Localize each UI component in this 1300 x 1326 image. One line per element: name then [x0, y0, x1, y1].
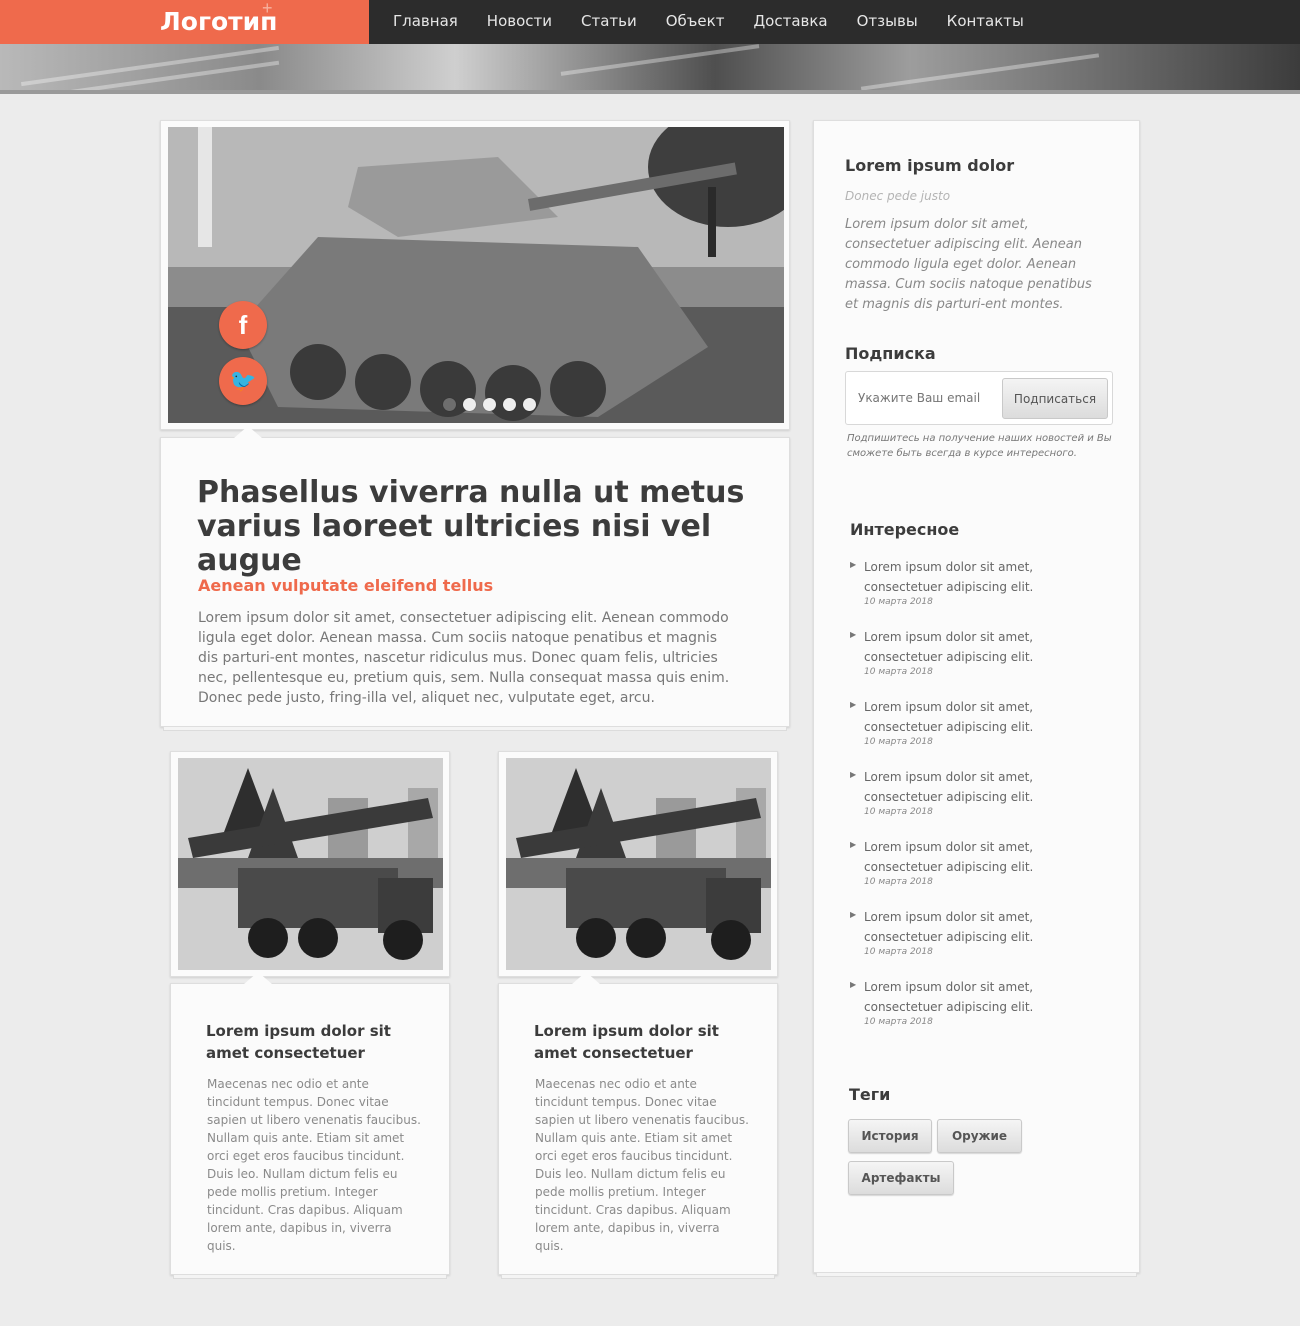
- card-title[interactable]: Lorem ipsum dolor sit amet consectetuer: [206, 1020, 416, 1064]
- nav-link-contacts[interactable]: Контакты: [947, 12, 1024, 30]
- article-title[interactable]: Phasellus viverra nulla ut metus varius …: [197, 476, 787, 578]
- interest-item-text[interactable]: Lorem ipsum dolor sit amet, consectetuer…: [864, 627, 1110, 667]
- card-stack-edge: [173, 1275, 447, 1279]
- logo-plus-icon: +: [262, 0, 273, 18]
- tag-artifacts[interactable]: Артефакты: [848, 1161, 954, 1195]
- card-2: Lorem ipsum dolor sit amet consectetuer …: [498, 972, 778, 1275]
- sidebar-stack-edge: [816, 1273, 1137, 1277]
- sidebar: Lorem ipsum dolor Donec pede justo Lorem…: [813, 120, 1140, 1273]
- featured-article: Phasellus viverra nulla ut metus varius …: [160, 426, 790, 727]
- nav-link-delivery[interactable]: Доставка: [753, 12, 827, 30]
- card-image-katyusha-1[interactable]: [178, 758, 443, 970]
- card-body: Maecenas nec odio et ante tincidunt temp…: [207, 1077, 421, 1253]
- interest-item-date: 10 марта 2018: [864, 807, 933, 817]
- slider-pagination: [443, 398, 536, 411]
- sidebar-about-title: Lorem ipsum dolor: [845, 156, 1015, 175]
- article-body: Lorem ipsum dolor sit amet, consectetuer…: [198, 610, 730, 706]
- slider-dot-4[interactable]: [503, 398, 516, 411]
- tag-weapons[interactable]: Оружие: [937, 1119, 1022, 1153]
- header-banner-image: [0, 44, 1300, 92]
- nav-link-object[interactable]: Объект: [666, 12, 725, 30]
- nav-link-home[interactable]: Главная: [393, 12, 458, 30]
- logo-text[interactable]: Логотип: [160, 7, 277, 36]
- interest-item[interactable]: ▶ Lorem ipsum dolor sit amet, consectetu…: [850, 557, 1110, 627]
- subscribe-title: Подписка: [845, 344, 936, 363]
- subscribe-note: Подпишитесь на получение наших новостей …: [847, 433, 1112, 459]
- slider-dot-2[interactable]: [463, 398, 476, 411]
- logo-block[interactable]: Логотип +: [0, 0, 369, 44]
- article-stack-edge: [163, 727, 787, 731]
- sidebar-about-subtitle: Donec pede justo: [845, 189, 951, 203]
- top-navbar: Логотип + Главная Новости Статьи Объект …: [0, 0, 1300, 44]
- interest-item-text[interactable]: Lorem ipsum dolor sit amet, consectetuer…: [864, 767, 1110, 807]
- card-1: Lorem ipsum dolor sit amet consectetuer …: [170, 972, 450, 1275]
- interest-item[interactable]: ▶ Lorem ipsum dolor sit amet, consectetu…: [850, 697, 1110, 767]
- slider-dot-3[interactable]: [483, 398, 496, 411]
- interest-item[interactable]: ▶ Lorem ipsum dolor sit amet, consectetu…: [850, 627, 1110, 697]
- card-body: Maecenas nec odio et ante tincidunt temp…: [535, 1077, 749, 1253]
- interest-item[interactable]: ▶ Lorem ipsum dolor sit amet, consectetu…: [850, 837, 1110, 907]
- interest-item-date: 10 марта 2018: [864, 667, 933, 677]
- article-subtitle: Aenean vulputate eleifend tellus: [198, 576, 494, 595]
- twitter-icon[interactable]: 🐦: [219, 357, 267, 405]
- card-image-frame-2: [498, 751, 778, 977]
- interest-item[interactable]: ▶ Lorem ipsum dolor sit amet, consectetu…: [850, 907, 1110, 977]
- banner-divider: [0, 90, 1300, 94]
- card-stack-edge: [501, 1275, 775, 1279]
- facebook-icon[interactable]: f: [219, 301, 267, 349]
- interest-item-text[interactable]: Lorem ipsum dolor sit amet, consectetuer…: [864, 977, 1110, 1017]
- email-input[interactable]: [858, 391, 993, 405]
- interest-item[interactable]: ▶ Lorem ipsum dolor sit amet, consectetu…: [850, 977, 1110, 1047]
- tags-title: Теги: [849, 1085, 891, 1104]
- subscribe-button[interactable]: Подписаться: [1002, 378, 1108, 419]
- interest-item-date: 10 марта 2018: [864, 877, 933, 887]
- bullet-arrow-icon: ▶: [850, 700, 857, 709]
- nav-link-articles[interactable]: Статьи: [581, 12, 637, 30]
- interest-item-text[interactable]: Lorem ipsum dolor sit amet, consectetuer…: [864, 697, 1110, 737]
- bullet-arrow-icon: ▶: [850, 980, 857, 989]
- subscribe-form: Подписаться: [845, 371, 1113, 425]
- interest-item[interactable]: ▶ Lorem ipsum dolor sit amet, consectetu…: [850, 767, 1110, 837]
- interest-item-text[interactable]: Lorem ipsum dolor sit amet, consectetuer…: [864, 907, 1110, 947]
- interest-item-date: 10 марта 2018: [864, 1017, 933, 1027]
- tag-history[interactable]: История: [848, 1119, 932, 1153]
- sidebar-about-text: Lorem ipsum dolor sit amet, consectetuer…: [845, 217, 1092, 312]
- interest-item-text[interactable]: Lorem ipsum dolor sit amet, consectetuer…: [864, 557, 1110, 597]
- card-image-katyusha-2[interactable]: [506, 758, 771, 970]
- card-title[interactable]: Lorem ipsum dolor sit amet consectetuer: [534, 1020, 744, 1064]
- card-image-frame-1: [170, 751, 450, 977]
- article-notch: [234, 426, 262, 438]
- main-nav: Главная Новости Статьи Объект Доставка О…: [393, 12, 1053, 30]
- card-notch: [572, 972, 600, 984]
- nav-link-reviews[interactable]: Отзывы: [857, 12, 918, 30]
- bullet-arrow-icon: ▶: [850, 560, 857, 569]
- nav-link-news[interactable]: Новости: [487, 12, 552, 30]
- bullet-arrow-icon: ▶: [850, 770, 857, 779]
- interest-item-date: 10 марта 2018: [864, 597, 933, 607]
- interest-title: Интересное: [850, 520, 960, 539]
- bullet-arrow-icon: ▶: [850, 840, 857, 849]
- bullet-arrow-icon: ▶: [850, 630, 857, 639]
- bullet-arrow-icon: ▶: [850, 910, 857, 919]
- slider-dot-5[interactable]: [523, 398, 536, 411]
- interest-item-date: 10 марта 2018: [864, 947, 933, 957]
- slider-dot-1[interactable]: [443, 398, 456, 411]
- image-slider: f 🐦: [160, 120, 790, 430]
- interest-item-text[interactable]: Lorem ipsum dolor sit amet, consectetuer…: [864, 837, 1110, 877]
- interest-list: ▶ Lorem ipsum dolor sit amet, consectetu…: [850, 557, 1110, 1047]
- interest-item-date: 10 марта 2018: [864, 737, 933, 747]
- card-notch: [244, 972, 272, 984]
